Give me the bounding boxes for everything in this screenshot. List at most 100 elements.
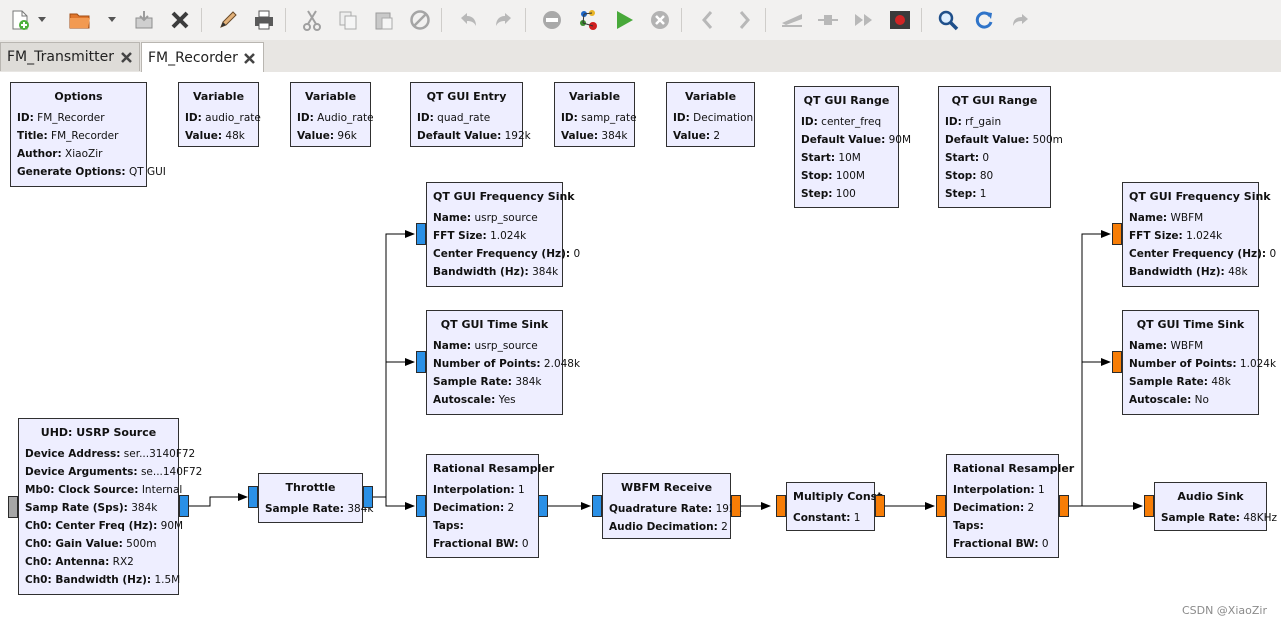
audio-sink-block[interactable]: Audio Sink Sample Rate: 48KHz — [1154, 482, 1277, 531]
output-port[interactable] — [731, 495, 741, 517]
flowgraph-canvas[interactable]: Options ID: FM_Recorder Title: FM_Record… — [0, 72, 1281, 625]
qt-gui-time-sink-usrp-block[interactable]: QT GUI Time Sink Name: usrp_source Numbe… — [426, 310, 581, 415]
block-param: Start: 0 — [945, 152, 990, 164]
variable-decimation-block[interactable]: Variable ID: Decimation Value: 2 — [666, 82, 755, 147]
block-param: ID: Audio_rate — [297, 112, 374, 124]
qt-gui-entry-block[interactable]: QT GUI Entry ID: quad_rate Default Value… — [410, 82, 531, 147]
block-param: Audio Decimation: 2 — [609, 521, 728, 533]
copy-icon[interactable] — [334, 6, 362, 34]
uhd-usrp-source-block[interactable]: UHD: USRP Source Device Address: ser...3… — [18, 418, 202, 595]
input-port[interactable] — [936, 495, 946, 517]
variable-Audio-rate-block[interactable]: Variable ID: Audio_rate Value: 96k — [290, 82, 374, 147]
block-param: Taps: — [433, 520, 464, 532]
back-icon[interactable] — [694, 6, 722, 34]
block-title: UHD: USRP Source — [40, 426, 157, 439]
tab-label: FM_Transmitter — [7, 49, 115, 65]
block-param: Default Value: 192k — [417, 130, 531, 142]
tab-label: FM_Recorder — [148, 50, 238, 66]
tab-fm-recorder[interactable]: FM_Recorder — [141, 42, 264, 73]
output-port[interactable] — [363, 486, 373, 508]
input-port[interactable] — [1144, 495, 1154, 517]
input-port[interactable] — [416, 495, 426, 517]
block-param: Constant: 1 — [793, 512, 861, 524]
generate-icon[interactable] — [574, 6, 602, 34]
output-port[interactable] — [875, 495, 885, 517]
block-param: Decimation: 2 — [953, 502, 1035, 514]
new-icon[interactable] — [6, 6, 34, 34]
cut-icon[interactable] — [298, 6, 326, 34]
block-param: Interpolation: 1 — [433, 484, 525, 496]
block-param: Step: 100 — [801, 188, 856, 200]
rational-resampler-2-block[interactable]: Rational Resampler Interpolation: 1 Deci… — [946, 454, 1074, 558]
close-icon[interactable] — [120, 51, 132, 63]
undo-icon[interactable] — [454, 6, 482, 34]
disable-icon[interactable] — [538, 6, 566, 34]
block-param: Number of Points: 2.048k — [433, 358, 581, 370]
block-param: Samp Rate (Sps): 384k — [25, 502, 158, 514]
block-param: Name: usrp_source — [433, 340, 538, 352]
input-port[interactable] — [1112, 351, 1122, 373]
close-icon[interactable] — [244, 52, 256, 64]
variable-audio-rate-block[interactable]: Variable ID: audio_rate Value: 48k — [178, 82, 261, 147]
redo-icon[interactable] — [490, 6, 518, 34]
block-title: Throttle — [285, 481, 336, 494]
input-port[interactable] — [1112, 223, 1122, 245]
input-port[interactable] — [416, 223, 426, 245]
block-title: QT GUI Frequency Sink — [433, 190, 575, 203]
output-port[interactable] — [538, 495, 548, 517]
qt-gui-frequency-sink-wbfm-block[interactable]: QT GUI Frequency Sink Name: WBFM FFT Siz… — [1122, 182, 1277, 287]
multiply-const-block[interactable]: Multiply Const Constant: 1 — [786, 482, 883, 531]
block-param: FFT Size: 1.024k — [433, 230, 527, 242]
save-icon[interactable] — [130, 6, 158, 34]
block-param: Name: WBFM — [1129, 340, 1204, 352]
close-icon[interactable] — [166, 6, 194, 34]
block-param: Name: WBFM — [1129, 212, 1204, 224]
find-icon[interactable] — [934, 6, 962, 34]
block-title: WBFM Receive — [620, 481, 713, 494]
block-param: Sample Rate: 384k — [265, 503, 374, 515]
new-dropdown-icon[interactable] — [37, 6, 47, 34]
throttle-block[interactable]: Throttle Sample Rate: 384k — [258, 473, 374, 523]
edit-icon[interactable] — [214, 6, 242, 34]
rotate-cw-icon[interactable] — [814, 6, 842, 34]
qt-gui-frequency-sink-usrp-block[interactable]: QT GUI Frequency Sink Name: usrp_source … — [426, 182, 580, 287]
delete-icon[interactable] — [406, 6, 434, 34]
block-param: ID: rf_gain — [945, 116, 1002, 128]
paste-icon[interactable] — [370, 6, 398, 34]
message-port[interactable] — [8, 496, 18, 518]
open-dropdown-icon[interactable] — [107, 6, 117, 34]
kill-icon[interactable] — [886, 6, 914, 34]
bypass-icon[interactable] — [850, 6, 878, 34]
input-port[interactable] — [416, 351, 426, 373]
toolbar-separator — [525, 8, 526, 32]
variable-samp-rate-block[interactable]: Variable ID: samp_rate Value: 384k — [554, 82, 637, 147]
qt-gui-time-sink-wbfm-block[interactable]: QT GUI Time Sink Name: WBFM Number of Po… — [1122, 310, 1276, 415]
forward-icon[interactable] — [730, 6, 758, 34]
block-title: QT GUI Range — [803, 94, 890, 107]
run-icon[interactable] — [610, 6, 638, 34]
block-param: Interpolation: 1 — [953, 484, 1045, 496]
tab-fm-transmitter[interactable]: FM_Transmitter — [0, 42, 140, 71]
stop-icon[interactable] — [646, 6, 674, 34]
toolbar-separator — [441, 8, 442, 32]
input-port[interactable] — [248, 486, 258, 508]
rotate-ccw-icon[interactable] — [778, 6, 806, 34]
block-param: Center Frequency (Hz): 0 — [1129, 248, 1277, 260]
wbfm-receive-block[interactable]: WBFM Receive Quadrature Rate: 192k Audio… — [602, 473, 742, 539]
wire-resampler2-to-freq-sink — [1069, 230, 1111, 507]
qt-gui-range-center-freq-block[interactable]: QT GUI Range ID: center_freq Default Val… — [794, 86, 911, 208]
rational-resampler-1-block[interactable]: Rational Resampler Interpolation: 1 Deci… — [426, 454, 554, 558]
output-port[interactable] — [1059, 495, 1069, 517]
input-port[interactable] — [592, 495, 602, 517]
forward-arrow-icon[interactable] — [1006, 6, 1034, 34]
block-param: Device Address: ser...3140F72 — [25, 448, 196, 460]
input-port[interactable] — [776, 495, 786, 517]
output-port[interactable] — [179, 495, 189, 517]
block-param: Autoscale: Yes — [433, 394, 516, 406]
options-block[interactable]: Options ID: FM_Recorder Title: FM_Record… — [10, 82, 166, 187]
open-icon[interactable] — [66, 6, 94, 34]
block-param: Taps: — [953, 520, 984, 532]
print-icon[interactable] — [250, 6, 278, 34]
reload-icon[interactable] — [970, 6, 998, 34]
qt-gui-range-rf-gain-block[interactable]: QT GUI Range ID: rf_gain Default Value: … — [938, 86, 1063, 208]
